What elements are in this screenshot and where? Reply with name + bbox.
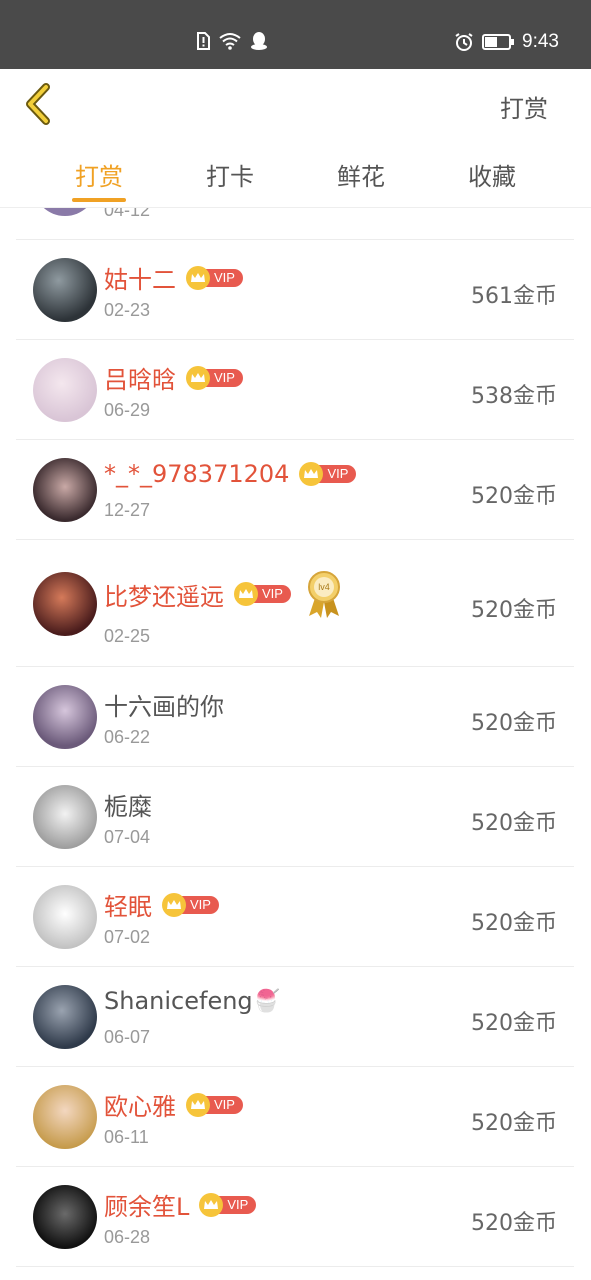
status-icons [196,31,268,51]
list-item-amount: 520金币 [471,1111,557,1136]
avatar [33,985,97,1049]
list-item-name: *_*_978371204 [104,460,290,488]
list-item-amount: 520金币 [471,1011,557,1036]
list-item[interactable]: 欧心雅 VIP 06-11 520金币 [16,1067,574,1167]
list-item[interactable]: 比梦还遥远 VIP lv4 02-25 520金币 [16,540,574,667]
tab-tip[interactable]: 打赏 [59,157,139,192]
list-item[interactable]: *_*_978371204 VIP 12-27 520金币 [16,440,574,540]
list-item-name: 比梦还遥远 [104,582,224,611]
list-item[interactable]: 吕晗晗 VIP 06-29 538金币 [16,340,574,440]
vip-badge: VIP [299,462,357,486]
tab-flowers[interactable]: 鲜花 [321,157,401,192]
list-item-amount: 520金币 [471,598,557,623]
list-item-name: 欧心雅 [104,1093,176,1121]
list-item-date: 02-25 [104,626,151,646]
list-item-date: 04-12 [104,208,151,220]
list-item-date: 06-22 [104,727,151,747]
svg-text:lv4: lv4 [318,582,330,592]
list-item-date: 07-04 [104,827,151,847]
vip-badge: VIP [186,365,243,390]
list-item-name: 姑十二 [104,266,176,294]
avatar [33,1185,97,1249]
tip-list: 04-12 姑十二 VIP 02-23 561金币 吕晗晗 VIP 06-29 … [0,208,591,1280]
vip-badge: VIP [162,892,219,917]
tab-checkin[interactable]: 打卡 [190,157,270,192]
sim-alert-icon [197,32,210,50]
list-item-name: 轻眠 [104,893,152,921]
qq-icon [251,32,267,50]
vip-badge: VIP [199,1192,257,1217]
list-item[interactable]: 04-12 [16,208,574,240]
avatar [33,885,97,949]
crown-icon [186,265,210,290]
list-item-amount: 520金币 [471,911,557,936]
list-item[interactable]: 姑十二 VIP 02-23 561金币 [16,240,574,340]
list-item-date: 12-27 [104,500,151,520]
avatar [33,685,97,749]
crown-icon [186,365,210,390]
avatar [33,785,97,849]
active-tab-indicator [72,198,126,202]
battery-icon [482,34,515,50]
list-item-amount: 561金币 [471,284,557,309]
alarm-icon [455,33,473,51]
list-item[interactable]: 轻眠 VIP 07-02 520金币 [16,867,574,967]
tab-favorites[interactable]: 收藏 [452,157,532,192]
list-item-amount: 520金币 [471,811,557,836]
tab-bar: 打赏 打卡 鲜花 收藏 [0,141,591,208]
list-item-name: 吕晗晗 [104,366,176,394]
list-item-date: 02-23 [104,300,151,320]
vip-badge: VIP [186,1092,243,1117]
vip-badge: VIP [234,582,291,606]
status-bar: 9:43 [0,0,591,69]
list-item-name: 栀糜 [104,793,152,821]
list-item-amount: 520金币 [471,1211,557,1236]
app-header: 打赏 [0,69,591,141]
level-medal-icon: lv4 [307,571,340,618]
avatar [33,208,97,216]
crown-icon [186,1092,210,1117]
list-item-date: 06-07 [104,1027,151,1047]
avatar [33,258,97,322]
crown-icon [234,582,258,606]
crown-icon [199,1192,224,1217]
list-item-date: 06-28 [104,1227,151,1247]
back-button[interactable] [22,81,62,127]
list-item-date: 07-02 [104,927,151,947]
tip-action-button[interactable]: 打赏 [500,89,548,124]
avatar [33,358,97,422]
list-item[interactable]: 顾余笙L VIP 06-28 520金币 [16,1167,574,1267]
avatar [33,1085,97,1149]
list-item-name: 顾余笙L [104,1193,190,1221]
wifi-icon [219,33,241,50]
list-item-name: 十六画的你 [104,693,224,721]
shaved-ice-emoji: 🍧 [252,988,281,1014]
list-item[interactable]: Shanicefeng 🍧 06-07 520金币 [16,967,574,1067]
list-item-amount: 520金币 [471,711,557,736]
vip-badge: VIP [186,265,243,290]
list-item[interactable]: 栀糜 07-04 520金币 [16,767,574,867]
list-item-amount: 538金币 [471,384,557,409]
avatar [33,572,97,636]
list-item[interactable]: 十六画的你 06-22 520金币 [16,667,574,767]
clock: 9:43 [522,31,559,52]
list-item-date: 06-11 [104,1127,149,1147]
list-item-date: 06-29 [104,400,151,420]
list-item-name: Shanicefeng [104,987,253,1015]
chevron-left-icon [26,83,50,125]
crown-icon [162,892,186,917]
list-item-amount: 520金币 [471,484,557,509]
avatar [33,458,97,522]
